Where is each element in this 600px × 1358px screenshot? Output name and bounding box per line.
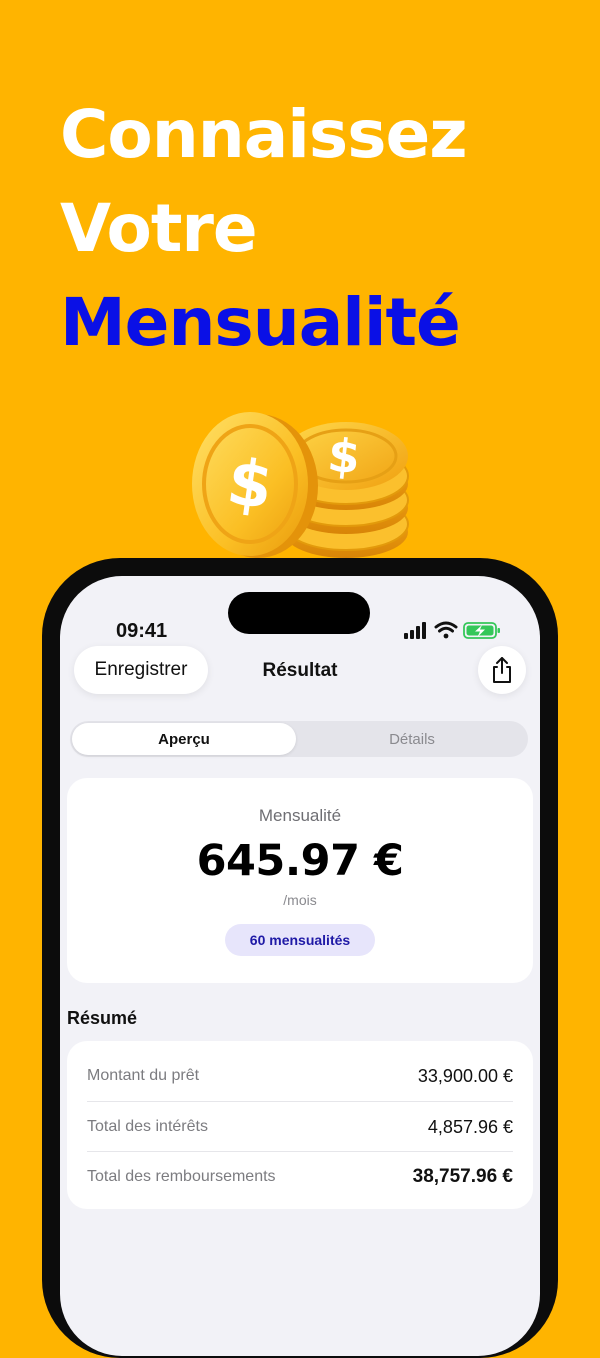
share-button[interactable] (478, 646, 526, 694)
coins-illustration: $ $ (192, 412, 409, 558)
summary-row-value: 4,857.96 € (427, 1116, 513, 1137)
share-icon (493, 657, 511, 683)
summary-row-label: Total des intérêts (87, 1118, 208, 1135)
headline-line-1: Connaissez (60, 96, 468, 173)
status-time: 09:41 (116, 620, 168, 642)
summary-card: Montant du prêt 33,900.00 € Total des in… (67, 1041, 533, 1209)
summary-row-value: 38,757.96 € (412, 1166, 513, 1187)
tab-apercu[interactable]: Aperçu (72, 723, 296, 755)
monthly-payment-card: Mensualité 645.97 € /mois 60 mensualités (67, 778, 533, 983)
summary-row-label: Montant du prêt (87, 1067, 200, 1084)
battery-charging-icon (463, 622, 500, 639)
page-title: Résultat (262, 660, 338, 681)
payment-count-badge: 60 mensualités (225, 924, 375, 956)
summary-row-total-interest: Total des intérêts 4,857.96 € (87, 1101, 513, 1152)
payment-unit: /mois (283, 892, 317, 908)
summary-row-value: 33,900.00 € (417, 1065, 513, 1086)
payment-label: Mensualité (258, 806, 342, 825)
headline-line-3: Mensualité (60, 284, 461, 361)
phone-screen: 09:41 Enregistrer Résultat Aperçu Détail… (60, 576, 540, 1356)
headline-line-2: Votre (60, 190, 258, 267)
status-icons (404, 621, 500, 639)
coin-dollar-sign: $ (325, 427, 362, 484)
summary-row-label: Total des remboursements (87, 1168, 276, 1185)
payment-amount: 645.97 € (196, 836, 404, 886)
summary-row-loan-amount: Montant du prêt 33,900.00 € (87, 1051, 513, 1101)
summary-row-total-repayment: Total des remboursements 38,757.96 € (87, 1151, 513, 1202)
view-tabs: Aperçu Détails (70, 721, 528, 757)
phone-frame: 09:41 Enregistrer Résultat Aperçu Détail… (42, 558, 558, 1358)
summary-title: Résumé (67, 1008, 138, 1028)
tab-details[interactable]: Détails (298, 723, 526, 755)
wifi-icon (434, 621, 458, 639)
headline: Connaissez Votre Mensualité (60, 88, 468, 370)
signal-icon (404, 622, 426, 639)
dynamic-island (228, 592, 370, 634)
